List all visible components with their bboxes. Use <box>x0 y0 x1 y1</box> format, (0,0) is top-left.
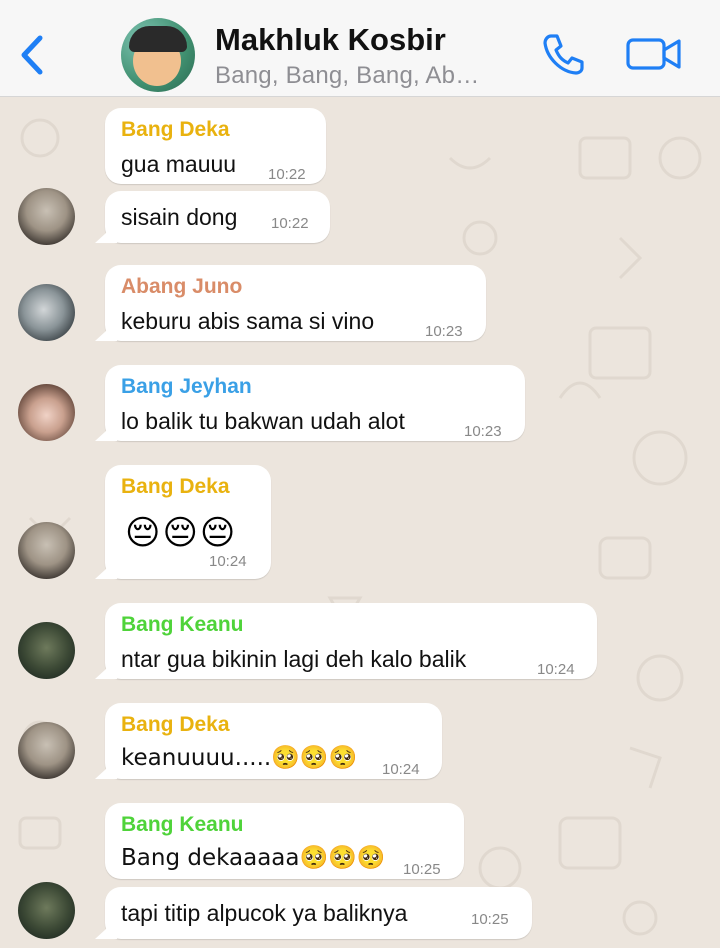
avatar-bang-deka[interactable] <box>18 722 75 779</box>
message-text: sisain dong <box>121 204 238 230</box>
chat-area[interactable]: Bang Deka gua mauuu 10:22 sisain dong 10… <box>0 98 720 948</box>
message-time: 10:22 <box>268 166 306 183</box>
avatar-bang-jeyhan[interactable] <box>18 384 75 441</box>
video-camera-icon[interactable] <box>626 34 682 74</box>
sender-name: Bang Deka <box>121 118 230 141</box>
message-bubble[interactable]: Bang Deka keanuuuu.....🥺🥺🥺 10:24 <box>105 703 442 779</box>
message-bubble[interactable]: Bang Keanu Bang dekaaaaa🥺🥺🥺 10:25 <box>105 803 464 879</box>
message-emoji: 😔😔😔 <box>125 513 238 553</box>
sender-name: Bang Jeyhan <box>121 375 252 398</box>
group-avatar[interactable] <box>121 18 195 92</box>
back-chevron-icon[interactable] <box>14 30 50 80</box>
message-bubble[interactable]: Bang Keanu ntar gua bikinin lagi deh kal… <box>105 603 597 679</box>
message-text: keburu abis sama si vino <box>121 308 375 334</box>
message-time: 10:24 <box>382 761 420 778</box>
chat-members-subtitle[interactable]: Bang, Bang, Bang, Ab… <box>215 62 479 90</box>
message-text: gua mauuu <box>121 151 237 177</box>
sender-name: Abang Juno <box>121 275 243 298</box>
message-bubble[interactable]: Abang Juno keburu abis sama si vino 10:2… <box>105 265 486 341</box>
sender-name: Bang Keanu <box>121 613 244 636</box>
message-text: ntar gua bikinin lagi deh kalo balik <box>121 646 467 672</box>
message-time: 10:24 <box>537 661 575 678</box>
message-time: 10:25 <box>403 861 441 878</box>
message-bubble[interactable]: Bang Deka 😔😔😔 10:24 <box>105 465 271 579</box>
message-text: Bang dekaaaaa🥺🥺🥺 <box>121 845 386 871</box>
message-time: 10:25 <box>471 911 509 928</box>
message-bubble[interactable]: Bang Jeyhan lo balik tu bakwan udah alot… <box>105 365 525 441</box>
avatar-abang-juno[interactable] <box>18 284 75 341</box>
avatar-bang-keanu[interactable] <box>18 622 75 679</box>
phone-icon[interactable] <box>540 30 588 78</box>
sender-name: Bang Deka <box>121 713 230 736</box>
message-time: 10:23 <box>425 323 463 340</box>
message-text: keanuuuu.....🥺🥺🥺 <box>121 745 358 771</box>
message-time: 10:24 <box>209 553 247 570</box>
avatar-bang-keanu[interactable] <box>18 882 75 939</box>
message-text: lo balik tu bakwan udah alot <box>121 408 405 434</box>
message-bubble[interactable]: sisain dong 10:22 <box>105 191 330 243</box>
chat-header: Makhluk Kosbir Bang, Bang, Bang, Ab… <box>0 0 720 97</box>
avatar-bang-deka[interactable] <box>18 188 75 245</box>
message-text: tapi titip alpucok ya baliknya <box>121 900 408 926</box>
message-bubble[interactable]: Bang Deka gua mauuu 10:22 <box>105 108 326 184</box>
sender-name: Bang Deka <box>121 475 230 498</box>
sender-name: Bang Keanu <box>121 813 244 836</box>
chat-title[interactable]: Makhluk Kosbir <box>215 22 446 58</box>
message-time: 10:23 <box>464 423 502 440</box>
message-time: 10:22 <box>271 215 309 232</box>
message-bubble[interactable]: tapi titip alpucok ya baliknya 10:25 <box>105 887 532 939</box>
avatar-bang-deka[interactable] <box>18 522 75 579</box>
